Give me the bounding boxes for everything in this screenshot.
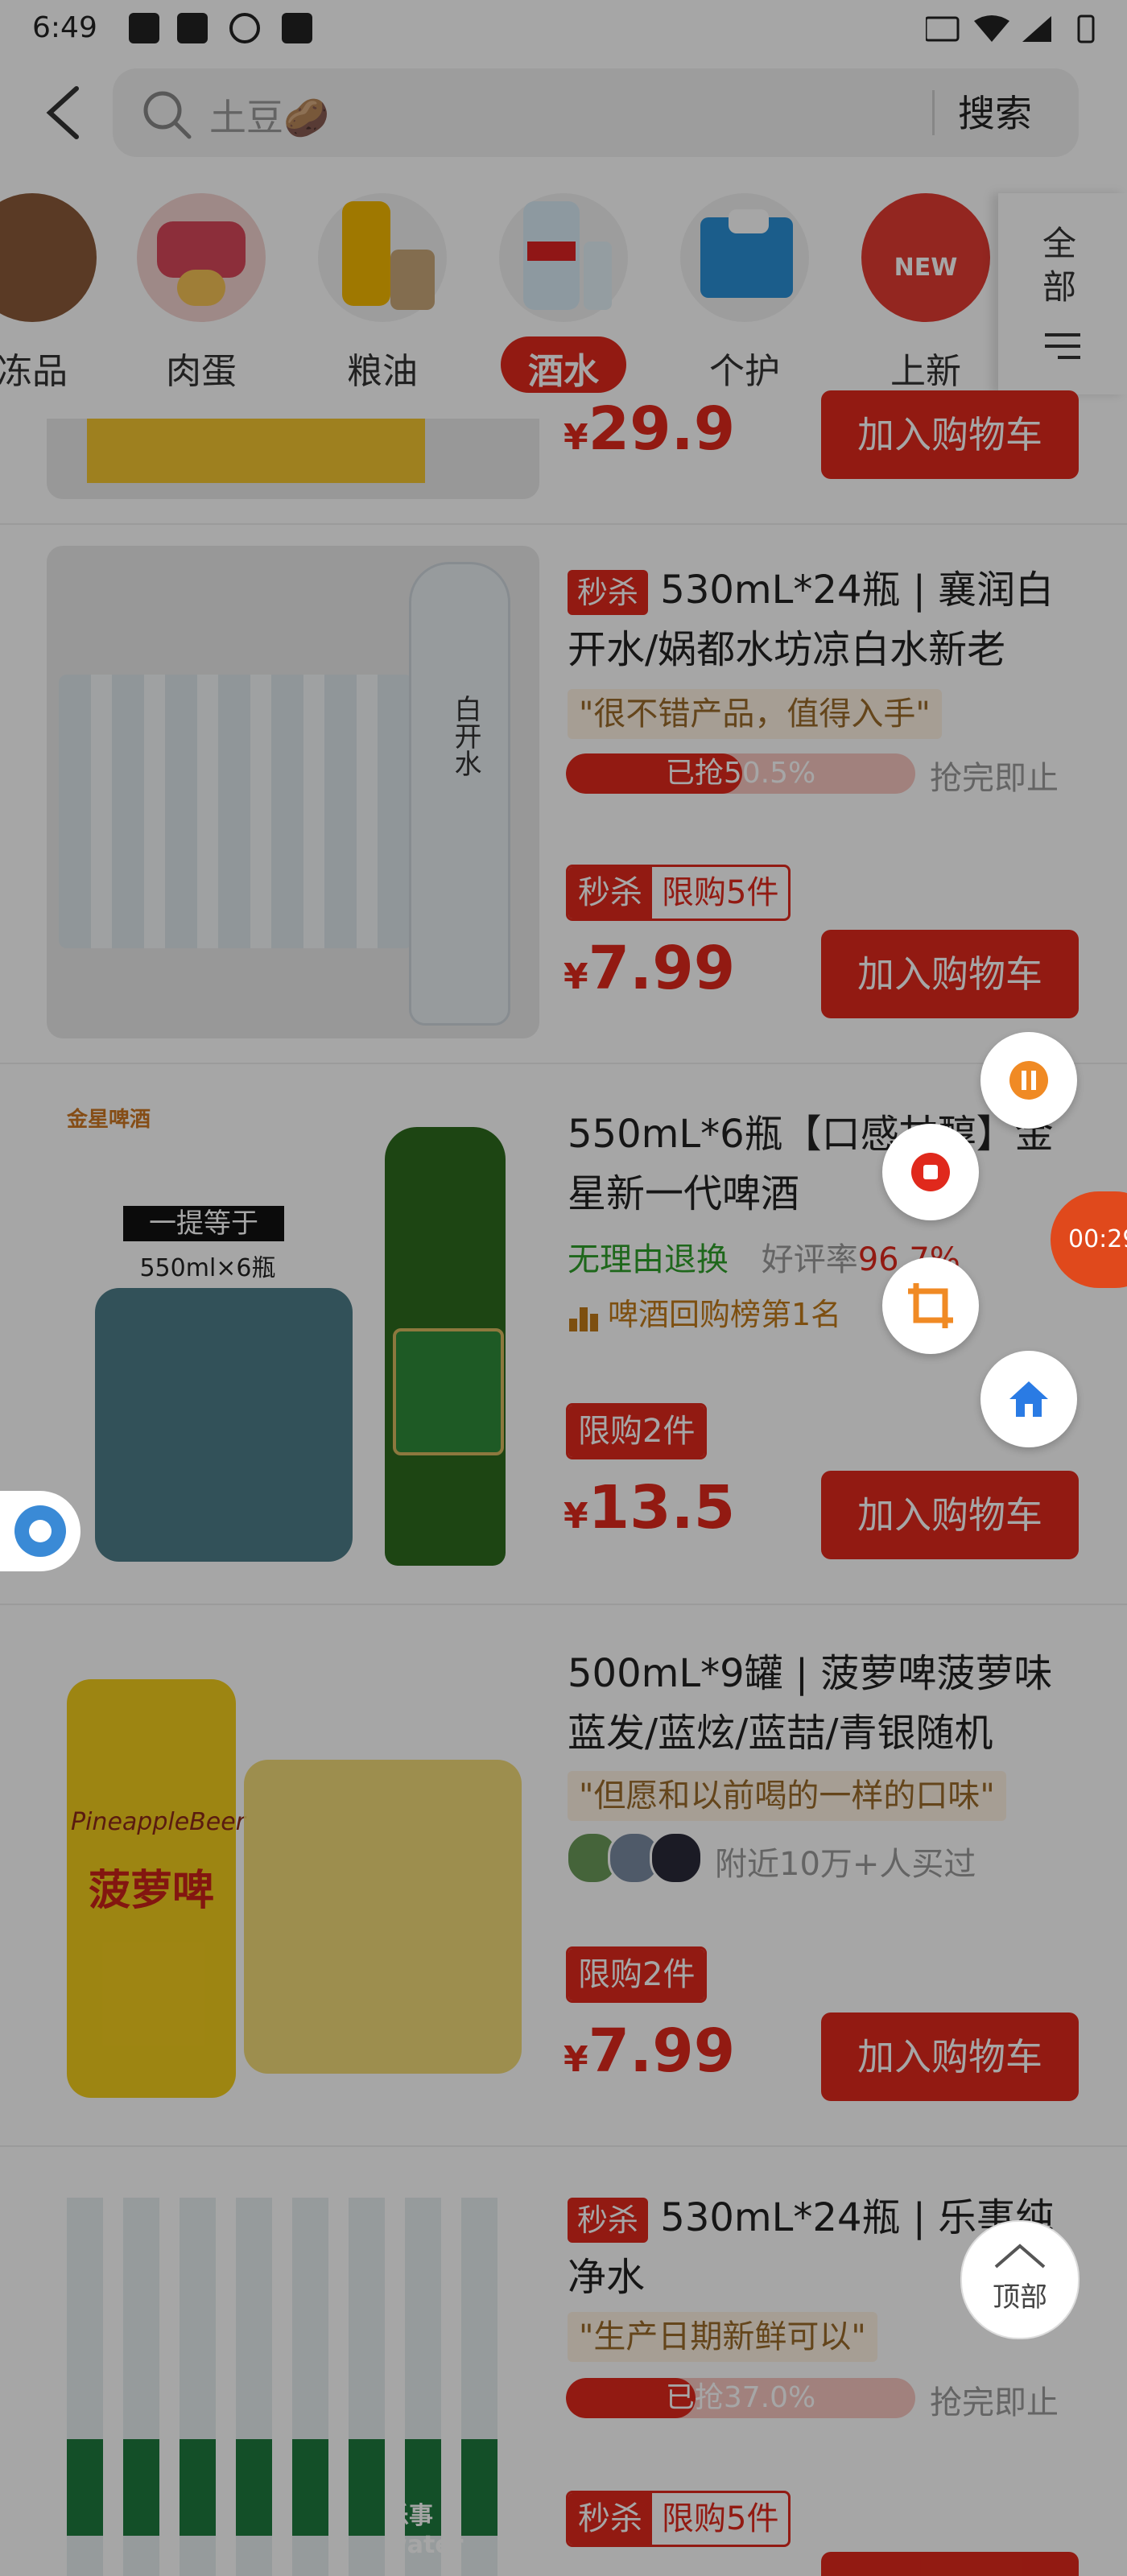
crop-button[interactable]: [882, 1257, 979, 1354]
assistant-ball[interactable]: [0, 1491, 80, 1571]
stop-icon: [911, 1153, 950, 1191]
back-to-top-label: 顶部: [993, 2281, 1047, 2314]
chevron-up-icon: [994, 2244, 1046, 2268]
pause-icon: [1009, 1061, 1048, 1100]
pause-recording-button[interactable]: [980, 1032, 1077, 1129]
crop-icon: [908, 1283, 953, 1328]
assistant-icon: [14, 1505, 66, 1557]
home-icon: [1009, 1381, 1048, 1417]
home-button[interactable]: [980, 1351, 1077, 1447]
back-to-top-button[interactable]: 顶部: [960, 2220, 1080, 2339]
stop-recording-button[interactable]: [882, 1124, 979, 1220]
